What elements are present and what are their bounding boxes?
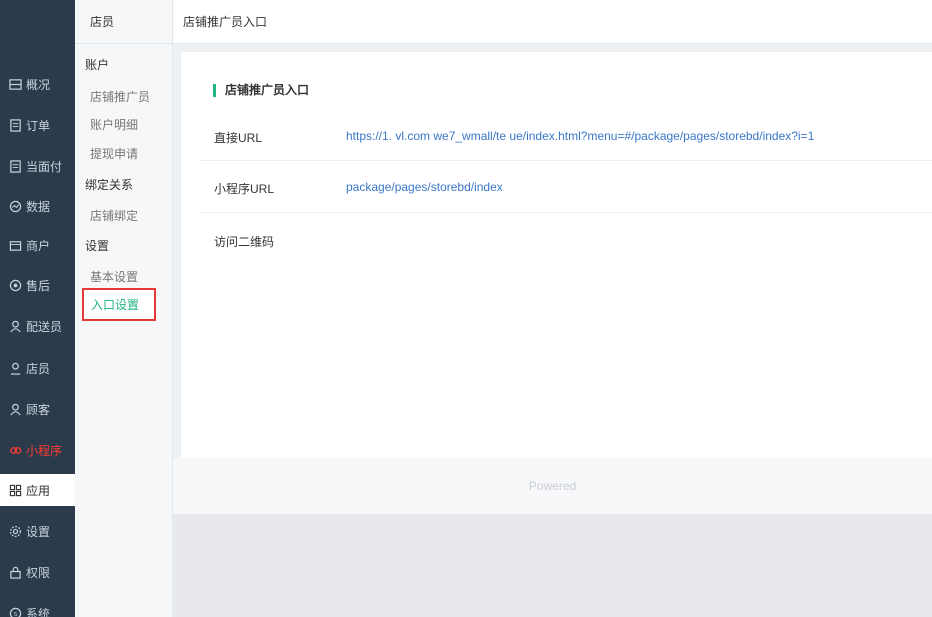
store-icon [8, 238, 22, 252]
page-footer: Powered [173, 458, 932, 514]
nav-item-label: 小程序 [26, 443, 63, 458]
nav-item-label: 应用 [26, 483, 51, 498]
sub-nav-title: 店员 [75, 0, 172, 44]
mini-url-label: 小程序URL [214, 182, 275, 196]
clerk-icon [8, 361, 22, 375]
page-header: 店铺推广员入口 [173, 0, 932, 44]
sub-nav-item-withdraw[interactable]: 提现申请 [90, 145, 138, 162]
order-icon [8, 118, 22, 132]
row-divider [200, 212, 932, 213]
nav-item-order[interactable]: 订单 [0, 109, 75, 141]
nav-item-data[interactable]: 数据 [0, 190, 75, 222]
nav-item-system[interactable]: S 系统 [0, 597, 75, 617]
group-binding: 绑定关系 [85, 178, 134, 192]
lock-icon [8, 565, 22, 579]
nav-item-aftersale[interactable]: 售后 [0, 269, 75, 301]
group-settings: 设置 [85, 239, 110, 253]
entry-panel [181, 52, 932, 458]
sub-nav-item-promoter[interactable]: 店铺推广员 [90, 88, 150, 105]
nav-item-facepay[interactable]: 当面付 [0, 150, 75, 182]
mini-url-value[interactable]: package/pages/storebd/index [346, 180, 503, 194]
sub-nav-item-entry-settings[interactable]: 入口设置 [82, 288, 156, 321]
direct-url-label: 直接URL [214, 131, 263, 145]
nav-item-label: 店员 [26, 361, 51, 376]
nav-item-label: 配送员 [26, 319, 63, 334]
nav-item-apps[interactable]: 应用 [0, 474, 75, 506]
nav-item-miniprogram[interactable]: 小程序 [0, 434, 75, 466]
facepay-icon [8, 159, 22, 173]
nav-item-label: 数据 [26, 199, 51, 214]
qrcode-label: 访问二维码 [214, 235, 275, 249]
sub-nav-item-basic-settings[interactable]: 基本设置 [90, 268, 138, 285]
nav-item-label: 商户 [26, 238, 51, 253]
aftersale-icon [8, 278, 22, 292]
nav-item-customer[interactable]: 顾客 [0, 393, 75, 425]
row-divider [200, 160, 932, 161]
svg-text:S: S [13, 611, 17, 617]
nav-item-settings[interactable]: 设置 [0, 515, 75, 547]
section-title: 店铺推广员入口 [213, 84, 309, 97]
direct-url-link[interactable]: https://1. vl.com we7_wmall/te ue/index.… [346, 129, 814, 143]
sub-nav-item-store-binding[interactable]: 店铺绑定 [90, 207, 138, 224]
nav-item-label: 顾客 [26, 402, 51, 417]
customer-icon [8, 402, 22, 416]
nav-item-label: 订单 [26, 118, 51, 133]
courier-icon [8, 319, 22, 333]
nav-item-store[interactable]: 商户 [0, 229, 75, 261]
footer-text: Powered [528, 479, 577, 493]
apps-icon [8, 483, 22, 497]
nav-item-label: 概况 [26, 77, 51, 92]
sub-nav-item-account-detail[interactable]: 账户明细 [90, 116, 138, 133]
secondary-sidebar: 店员 账户 店铺推广员 账户明细 提现申请 绑定关系 店铺绑定 设置 基本设置 … [75, 0, 173, 617]
nav-item-clerk[interactable]: 店员 [0, 352, 75, 384]
system-icon: S [8, 606, 22, 617]
page-title: 店铺推广员入口 [183, 15, 268, 29]
nav-item-label: 设置 [26, 524, 51, 539]
nav-item-label: 权限 [26, 565, 51, 580]
nav-item-label: 当面付 [26, 159, 63, 174]
nav-item-overview[interactable]: 概况 [0, 68, 75, 100]
settings-icon [8, 524, 22, 538]
nav-item-label: 系统 [26, 606, 51, 617]
nav-item-label: 售后 [26, 278, 51, 293]
miniprogram-icon [8, 443, 22, 457]
main-sidebar: 概况 订单 当面付 数据 商户 售后 配送员 店员 顾客 小程序 应用 设置 权… [0, 0, 75, 617]
overview-icon [8, 77, 22, 91]
nav-item-permission[interactable]: 权限 [0, 556, 75, 588]
data-icon [8, 199, 22, 213]
group-account: 账户 [85, 58, 110, 72]
nav-item-courier[interactable]: 配送员 [0, 310, 75, 342]
bottom-area [173, 514, 932, 617]
